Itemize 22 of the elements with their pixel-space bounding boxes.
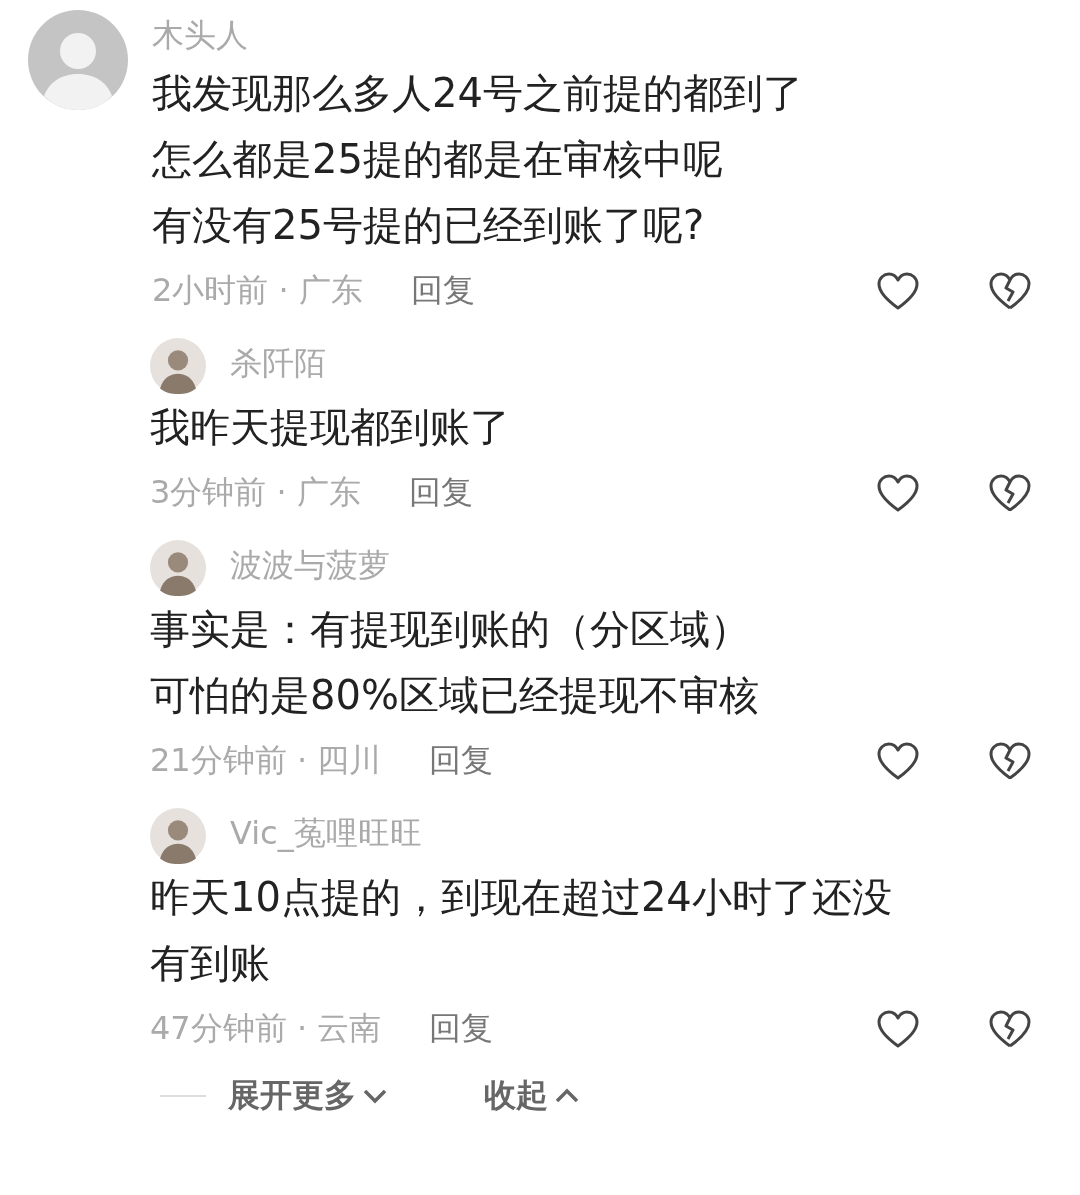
comment-text: 事实是：有提现到账的（分区域）: [150, 605, 751, 654]
expand-more-link[interactable]: 展开更多: [228, 1074, 388, 1118]
comment-text: 我发现那么多人24号之前提的都到了: [152, 69, 804, 118]
timestamp-location: 3分钟前 · 广东: [150, 472, 361, 513]
comment-text: 可怕的是80%区域已经提现不审核: [150, 671, 760, 720]
comment-text: 有没有25号提的已经到账了呢?: [152, 201, 706, 250]
reply-link[interactable]: 回复: [429, 739, 494, 783]
reply-link[interactable]: 回复: [429, 1007, 494, 1051]
collapse-link[interactable]: 收起: [484, 1074, 580, 1118]
timestamp-location: 47分钟前 · 云南: [150, 1008, 382, 1049]
timestamp-location: 2小时前 · 广东: [152, 270, 363, 311]
username[interactable]: Vic_菟哩旺旺: [230, 808, 1080, 858]
reply-link[interactable]: 回复: [408, 471, 473, 515]
comment-text: 怎么都是25提的都是在审核中呢: [152, 135, 724, 184]
username[interactable]: 木头人: [152, 10, 1080, 60]
username[interactable]: 波波与菠萝: [230, 540, 1080, 590]
timestamp-location: 21分钟前 · 四川: [150, 740, 382, 781]
comment-text: 我昨天提现都到账了: [150, 403, 511, 452]
username[interactable]: 杀阡陌: [230, 338, 1080, 388]
comment-text: 有到账: [150, 939, 271, 988]
comment-text: 昨天10点提的，到现在超过24小时了还没: [150, 873, 893, 922]
reply-link[interactable]: 回复: [410, 269, 475, 313]
